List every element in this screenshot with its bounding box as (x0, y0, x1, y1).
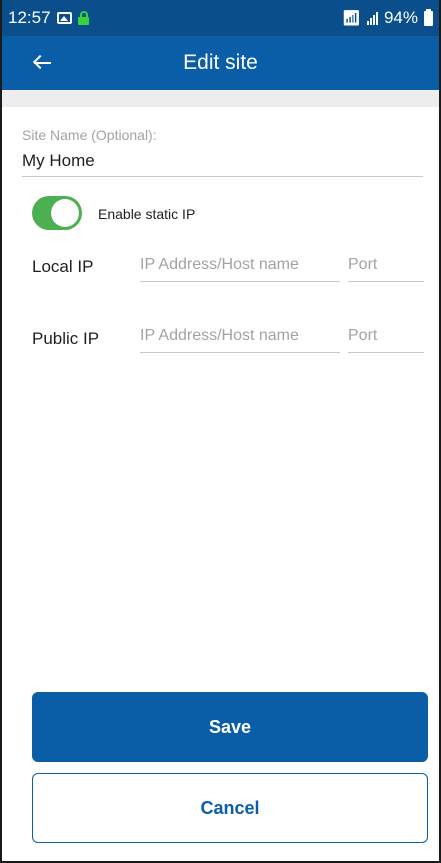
static-ip-label: Enable static IP (98, 206, 196, 222)
site-name-input[interactable] (22, 149, 423, 177)
save-button[interactable]: Save (32, 692, 428, 762)
public-ip-address-input[interactable] (140, 323, 340, 353)
page-title: Edit site (183, 51, 258, 74)
header-divider-strip (2, 90, 439, 107)
app-bar: Edit site (2, 36, 439, 90)
status-left: 12:57 (8, 8, 89, 28)
cancel-button[interactable]: Cancel (32, 773, 428, 843)
image-icon (56, 12, 72, 24)
site-name-label: Site Name (Optional): (22, 127, 157, 143)
toggle-knob (51, 199, 79, 227)
status-bar: 12:57 📶︎ 94% (2, 0, 439, 36)
back-button[interactable] (28, 49, 56, 77)
public-ip-label: Public IP (32, 329, 100, 348)
local-ip-port-input[interactable] (348, 252, 424, 282)
back-arrow-icon (32, 54, 51, 71)
status-time: 12:57 (8, 8, 51, 27)
wifi-icon: 📶︎ (341, 10, 361, 27)
local-ip-address-input[interactable] (140, 252, 340, 282)
lock-icon (77, 11, 89, 25)
app-screen: 12:57 📶︎ 94% Edit site Site Name (Option… (0, 0, 441, 863)
local-ip-label: Local IP (32, 257, 94, 276)
status-right: 📶︎ 94% (342, 8, 433, 28)
battery-icon (424, 8, 433, 26)
battery-percentage: 94% (383, 8, 418, 27)
static-ip-toggle[interactable] (32, 196, 82, 230)
signal-icon (366, 11, 378, 25)
public-ip-port-input[interactable] (348, 323, 424, 353)
